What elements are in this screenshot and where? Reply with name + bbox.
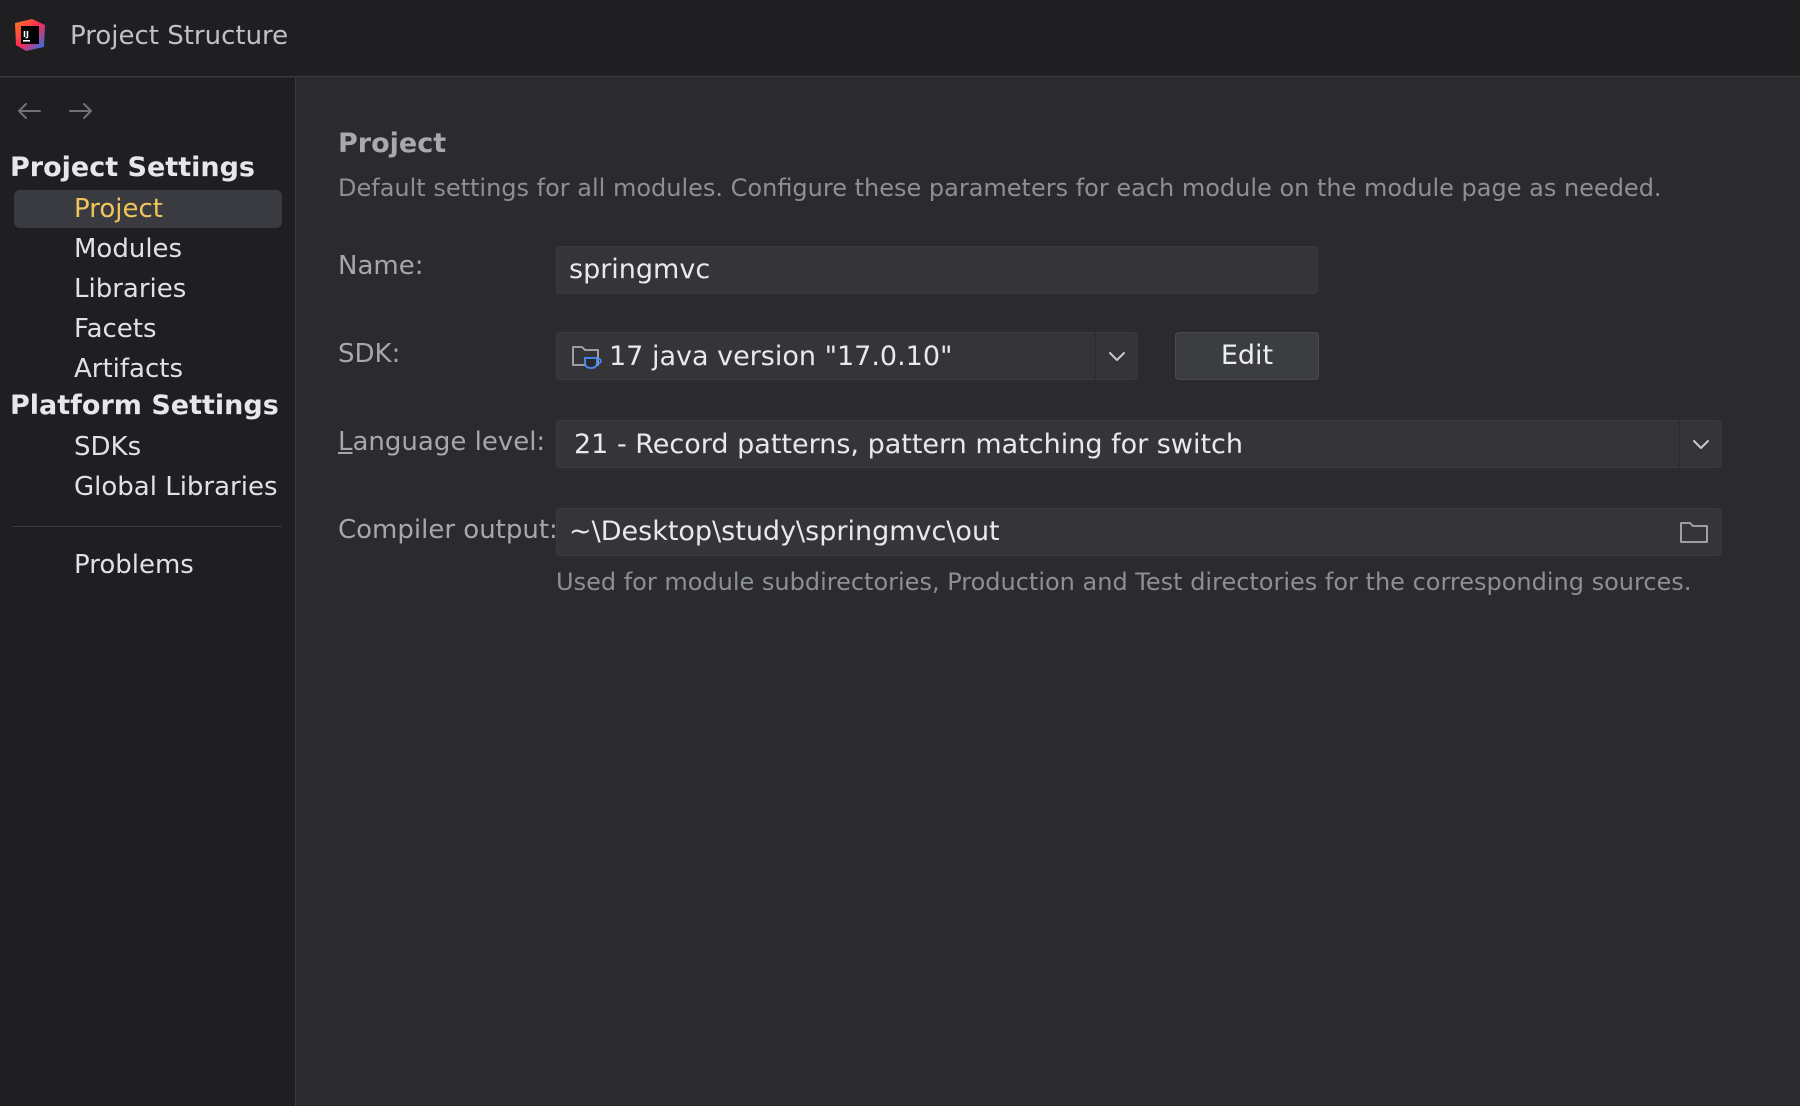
platform-settings-header: Platform Settings bbox=[10, 390, 279, 421]
name-field[interactable]: springmvc bbox=[556, 246, 1318, 294]
sidebar-item-libraries[interactable]: Libraries bbox=[14, 270, 282, 308]
compiler-output-hint: Used for module subdirectories, Producti… bbox=[556, 568, 1692, 596]
sidebar-item-modules[interactable]: Modules bbox=[14, 230, 282, 268]
compiler-output-field[interactable]: ~\Desktop\study\springmvc\out bbox=[556, 508, 1722, 556]
sidebar-item-global-libraries[interactable]: Global Libraries bbox=[14, 468, 282, 506]
sidebar: Project Settings Project Modules Librari… bbox=[0, 78, 296, 1106]
sidebar-item-facets[interactable]: Facets bbox=[14, 310, 282, 348]
sdk-value: 17 java version "17.0.10" bbox=[609, 340, 953, 372]
sidebar-item-project[interactable]: Project bbox=[14, 190, 282, 228]
sdk-dropdown[interactable]: 17 java version "17.0.10" bbox=[556, 332, 1138, 380]
history-navigation bbox=[14, 96, 96, 126]
language-level-value: 21 - Record patterns, pattern matching f… bbox=[574, 428, 1243, 460]
sidebar-divider bbox=[12, 526, 282, 527]
sidebar-item-sdks[interactable]: SDKs bbox=[14, 428, 282, 466]
svg-text:IJ: IJ bbox=[23, 30, 29, 39]
forward-arrow-icon[interactable] bbox=[66, 96, 96, 126]
language-level-dropdown[interactable]: 21 - Record patterns, pattern matching f… bbox=[556, 420, 1722, 468]
compiler-output-value: ~\Desktop\study\springmvc\out bbox=[569, 516, 1000, 547]
sidebar-item-artifacts[interactable]: Artifacts bbox=[14, 350, 282, 388]
language-level-mnemonic: L bbox=[338, 427, 353, 457]
intellij-idea-logo-icon: IJ bbox=[15, 19, 45, 51]
window-title: Project Structure bbox=[70, 21, 289, 51]
sidebar-item-problems[interactable]: Problems bbox=[14, 546, 282, 584]
compiler-output-label: Compiler output: bbox=[338, 515, 558, 545]
chevron-down-icon[interactable] bbox=[1679, 421, 1721, 467]
chevron-down-icon[interactable] bbox=[1095, 333, 1137, 379]
page-title: Project bbox=[338, 128, 447, 159]
sdk-folder-icon bbox=[571, 341, 603, 371]
project-settings-panel: Project Default settings for all modules… bbox=[297, 78, 1800, 1106]
project-settings-header: Project Settings bbox=[10, 152, 255, 183]
name-label: Name: bbox=[338, 251, 424, 281]
sdk-label: SDK: bbox=[338, 339, 401, 369]
title-bar: IJ Project Structure bbox=[0, 0, 1800, 77]
browse-folder-icon[interactable] bbox=[1677, 517, 1711, 547]
page-description: Default settings for all modules. Config… bbox=[338, 174, 1662, 202]
language-level-label-text: anguage level: bbox=[352, 427, 546, 457]
edit-sdk-button[interactable]: Edit bbox=[1175, 332, 1319, 380]
back-arrow-icon[interactable] bbox=[14, 96, 44, 126]
language-level-label: Language level: bbox=[338, 424, 545, 460]
